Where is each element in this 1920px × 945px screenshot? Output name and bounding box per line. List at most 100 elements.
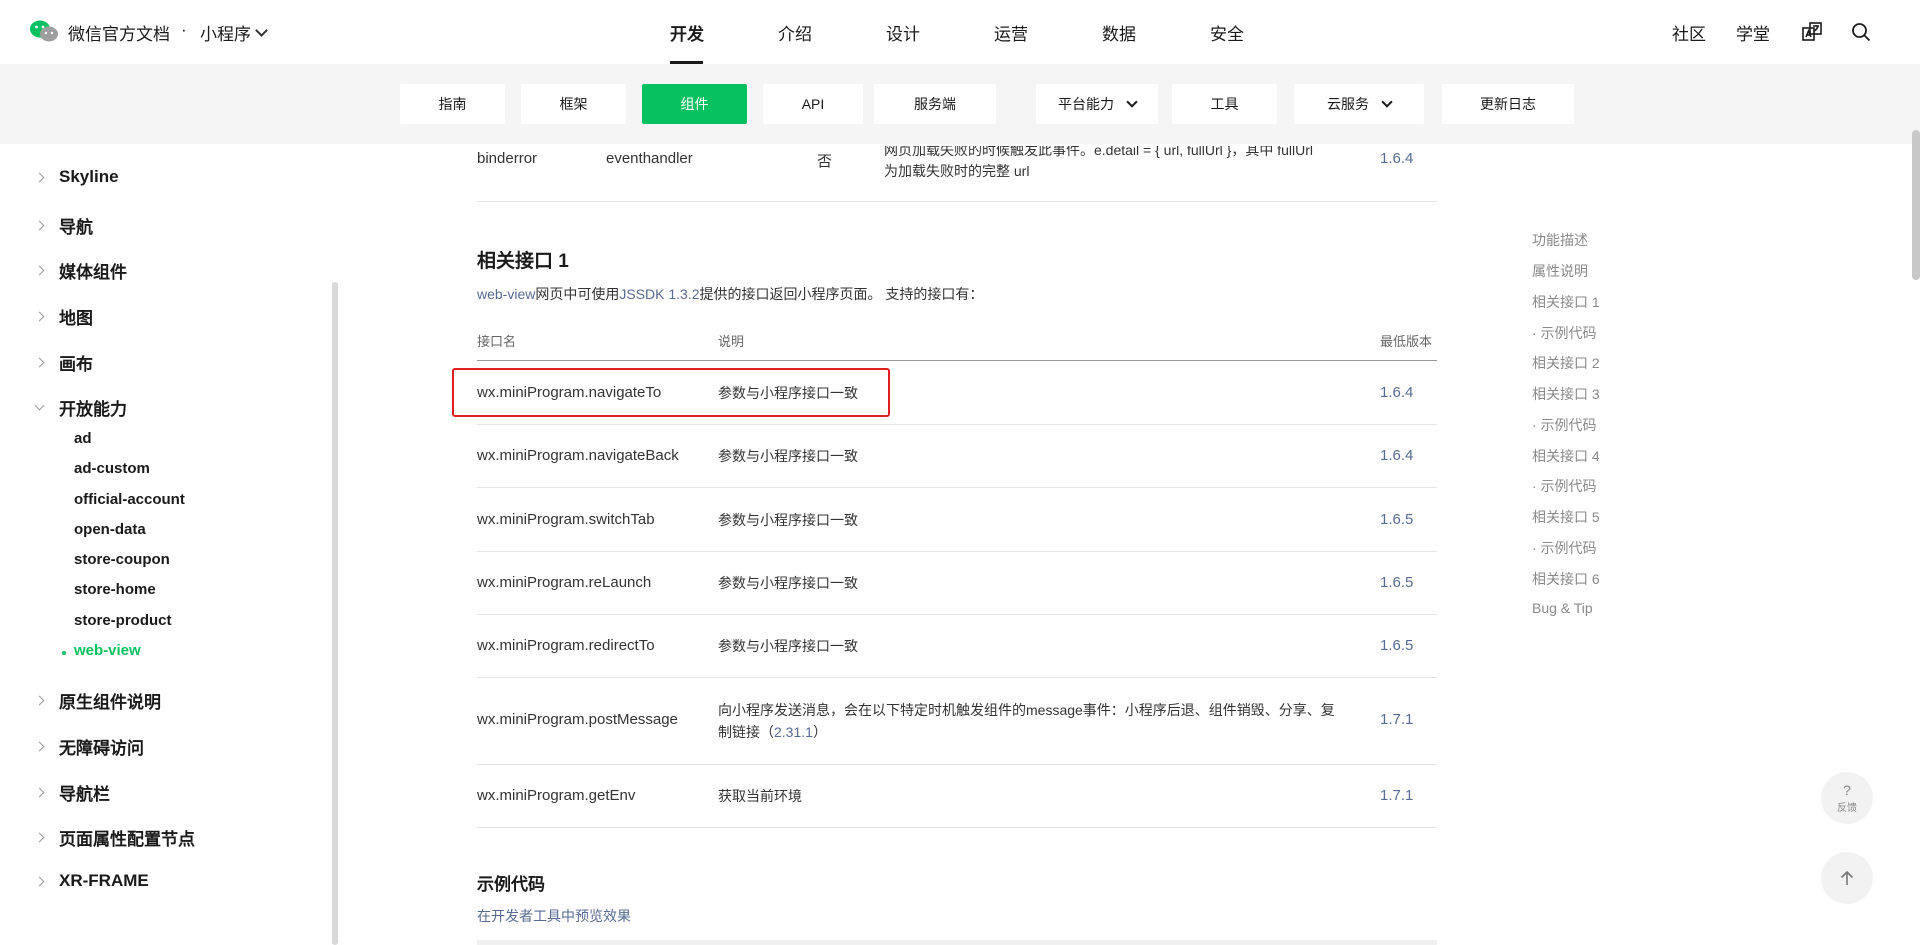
brand-separator: · [181, 20, 187, 39]
tab-security[interactable]: 安全 [1210, 20, 1244, 45]
sidebar-subitem-store-home[interactable]: store-home [74, 581, 156, 598]
sidebar-item-accessibility[interactable]: 无障碍访问 [34, 734, 144, 759]
sidebar-item-open-ability[interactable]: 开放能力 [34, 395, 127, 420]
wechat-logo-icon[interactable] [29, 19, 59, 43]
chevron-right-icon [34, 172, 45, 182]
chevron-right-icon [34, 265, 45, 276]
toc-item[interactable]: 功能描述 [1532, 230, 1588, 250]
sidebar-subitem-ad[interactable]: ad [74, 430, 92, 447]
sidebar-subitem-open-data[interactable]: open-data [74, 521, 146, 538]
back-to-top-button[interactable] [1821, 852, 1873, 904]
chevron-right-icon [34, 787, 45, 798]
toc-item[interactable]: 属性说明 [1532, 261, 1588, 281]
chevron-right-icon [34, 832, 45, 843]
jssdk-link[interactable]: JSSDK 1.3.2 [619, 286, 699, 302]
subnav-server[interactable]: 服务端 [874, 84, 996, 124]
search-icon[interactable] [1849, 20, 1873, 44]
subnav-api[interactable]: API [763, 84, 863, 124]
academy-link[interactable]: 学堂 [1736, 20, 1770, 45]
top-header: 微信官方文档 · 小程序 开发 介绍 设计 运营 数据 安全 社区 学堂 [0, 0, 1920, 64]
sidebar-item-page-meta[interactable]: 页面属性配置节点 [34, 825, 195, 850]
sidebar-item-media[interactable]: 媒体组件 [34, 258, 127, 283]
section-title-api-1: 相关接口 1 [477, 251, 569, 272]
chevron-right-icon [34, 311, 45, 322]
web-view-link[interactable]: web-view [477, 286, 535, 302]
chevron-right-icon [34, 220, 45, 231]
table-row-desc: 向小程序发送消息，会在以下特定时机触发组件的message事件：小程序后退、组件… [718, 699, 1358, 743]
subnav-components[interactable]: 组件 [642, 84, 747, 124]
community-link[interactable]: 社区 [1672, 20, 1706, 45]
desc-line2-end: ） [812, 724, 827, 740]
sidebar-item-canvas[interactable]: 画布 [34, 350, 93, 375]
sidebar-subitem-web-view[interactable]: web-view [74, 642, 141, 659]
sidebar-item-map[interactable]: 地图 [34, 304, 93, 329]
sidebar-subitem-ad-custom[interactable]: ad-custom [74, 460, 150, 477]
table-row-version: 1.6.4 [1380, 384, 1414, 401]
sidebar-item-label: 无障碍访问 [59, 739, 144, 758]
product-label: 小程序 [200, 25, 251, 44]
desc-line1: 向小程序发送消息，会在以下特定时机触发组件的message事件：小程序后退、组件… [718, 702, 1335, 718]
intro-text-2: 提供的接口返回小程序页面。 支持的接口有： [699, 286, 984, 302]
subnav-guide[interactable]: 指南 [400, 84, 505, 124]
tab-data[interactable]: 数据 [1102, 20, 1136, 45]
page-scrollbar[interactable] [1912, 130, 1920, 280]
sidebar-item-xr-frame[interactable]: XR-FRAME [34, 871, 149, 891]
toc-item[interactable]: 相关接口 1 [1532, 292, 1600, 312]
toc-item[interactable]: 相关接口 3 [1532, 384, 1600, 404]
chevron-right-icon [34, 695, 45, 706]
table-row-version: 1.6.4 [1380, 447, 1414, 464]
sidebar-item-label: 导航 [59, 218, 93, 237]
chevron-right-icon [34, 741, 45, 752]
sidebar-item-navigation[interactable]: 导航 [34, 213, 93, 238]
subnav-platform[interactable]: 平台能力 [1036, 84, 1158, 124]
section-intro: web-view网页中可使用JSSDK 1.3.2提供的接口返回小程序页面。 支… [477, 284, 983, 304]
translate-icon[interactable] [1800, 20, 1824, 44]
product-switcher[interactable]: 小程序 [200, 20, 268, 45]
table-row-name: wx.miniProgram.redirectTo [477, 637, 655, 654]
sidebar-item-label: 地图 [59, 309, 93, 328]
sidebar-item-native-components[interactable]: 原生组件说明 [34, 688, 161, 713]
sidebar-subitem-official-account[interactable]: official-account [74, 491, 185, 508]
subnav-platform-label: 平台能力 [1058, 96, 1114, 112]
sidebar-item-label: XR-FRAME [59, 871, 149, 890]
table-header-divider [477, 360, 1437, 361]
subnav-cloud[interactable]: 云服务 [1294, 84, 1424, 124]
toc-item[interactable]: · 示例代码 [1532, 538, 1597, 558]
toc-item[interactable]: 相关接口 4 [1532, 446, 1600, 466]
subnav-framework[interactable]: 框架 [521, 84, 626, 124]
tab-develop[interactable]: 开发 [670, 20, 704, 45]
attr-version: 1.6.4 [1380, 150, 1414, 167]
toc-item[interactable]: Bug & Tip [1532, 600, 1593, 616]
sidebar-scrollbar[interactable] [332, 282, 338, 945]
subnav-changelog[interactable]: 更新日志 [1442, 84, 1574, 124]
subnav-tools[interactable]: 工具 [1172, 84, 1277, 124]
version-link[interactable]: 2.31.1 [774, 724, 813, 740]
table-row-desc: 参数与小程序接口一致 [718, 638, 858, 654]
table-row-name: wx.miniProgram.getEnv [477, 787, 636, 804]
toc-item[interactable]: · 示例代码 [1532, 323, 1597, 343]
chevron-down-icon [34, 400, 45, 411]
toc-item[interactable]: 相关接口 6 [1532, 569, 1600, 589]
column-header-desc: 说明 [718, 334, 745, 349]
table-row-desc: 获取当前环境 [718, 788, 802, 804]
tab-operation[interactable]: 运营 [994, 20, 1028, 45]
row-divider [477, 677, 1437, 678]
preview-in-devtools-link[interactable]: 在开发者工具中预览效果 [477, 906, 631, 926]
feedback-button[interactable]: ? 反馈 [1821, 772, 1873, 824]
sidebar-subitem-store-product[interactable]: store-product [74, 612, 172, 629]
brand-title[interactable]: 微信官方文档 [68, 20, 170, 45]
sidebar-item-skyline[interactable]: Skyline [34, 167, 119, 187]
table-row-desc: 参数与小程序接口一致 [718, 512, 858, 528]
row-divider [477, 201, 1437, 202]
sidebar-item-navbar[interactable]: 导航栏 [34, 780, 110, 805]
sidebar-item-label: 开放能力 [59, 400, 127, 419]
tab-intro[interactable]: 介绍 [778, 20, 812, 45]
toc-item[interactable]: · 示例代码 [1532, 415, 1597, 435]
toc-item[interactable]: 相关接口 2 [1532, 353, 1600, 373]
sidebar-subitem-store-coupon[interactable]: store-coupon [74, 551, 170, 568]
sidebar-item-label: Skyline [59, 167, 119, 186]
toc-item[interactable]: 相关接口 5 [1532, 507, 1600, 527]
toc-item[interactable]: · 示例代码 [1532, 476, 1597, 496]
row-divider [477, 424, 1437, 425]
tab-design[interactable]: 设计 [886, 20, 920, 45]
